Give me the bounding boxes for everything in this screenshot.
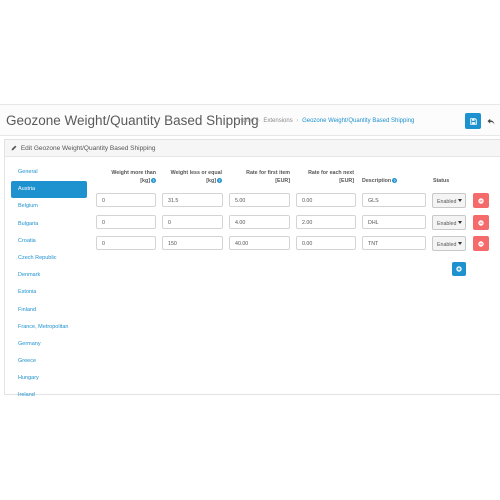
breadcrumb-separator: › bbox=[257, 118, 260, 124]
header-weight-less-unit: [kg] bbox=[206, 177, 216, 184]
save-icon bbox=[469, 117, 477, 125]
add-row-button[interactable] bbox=[452, 262, 466, 276]
geozone-tab-estonia[interactable]: Estonia bbox=[11, 284, 87, 301]
geozone-tab-hungary[interactable]: Hungary bbox=[11, 370, 87, 387]
breadcrumb-current[interactable]: Geozone Weight/Quantity Based Shipping bbox=[302, 118, 414, 124]
geozone-tab-czech-republic[interactable]: Czech Republic bbox=[11, 250, 87, 267]
back-button[interactable] bbox=[485, 113, 497, 129]
rate-first-input[interactable]: 4.00 bbox=[229, 215, 290, 229]
geozone-tab-croatia[interactable]: Croatia bbox=[11, 233, 87, 250]
rate-first-input[interactable]: 40.00 bbox=[229, 236, 290, 250]
breadcrumb-home[interactable]: Home bbox=[238, 118, 254, 124]
geozone-tab-ireland[interactable]: Ireland bbox=[11, 387, 87, 404]
geozone-tabs: General Austria Belgium Bulgaria Croatia… bbox=[11, 164, 87, 405]
breadcrumb-separator: › bbox=[296, 118, 299, 124]
geozone-tab-bulgaria[interactable]: Bulgaria bbox=[11, 216, 87, 233]
page-header: Geozone Weight/Quantity Based Shipping H… bbox=[0, 104, 500, 136]
rate-next-input[interactable]: 2.00 bbox=[296, 215, 356, 229]
panel-heading: Edit Geozone Weight/Quantity Based Shipp… bbox=[5, 140, 500, 157]
description-input[interactable]: DHL bbox=[362, 215, 426, 229]
weight-less-input[interactable]: 31.5 bbox=[162, 193, 223, 207]
header-weight-more-unit: [kg] bbox=[140, 177, 150, 184]
status-select-value: Enabled bbox=[437, 241, 457, 248]
rate-first-input[interactable]: 5.00 bbox=[229, 193, 290, 207]
breadcrumb-extensions[interactable]: Extensions bbox=[263, 118, 292, 124]
header-description: Description? bbox=[362, 178, 398, 186]
panel-heading-text: Edit Geozone Weight/Quantity Based Shipp… bbox=[20, 145, 156, 152]
header-weight-more: Weight more than [kg]? bbox=[100, 170, 156, 185]
chevron-down-icon bbox=[458, 199, 462, 202]
question-circle-icon[interactable]: ? bbox=[392, 178, 398, 183]
page-title: Geozone Weight/Quantity Based Shipping bbox=[6, 113, 259, 128]
geozone-tab-france-metropolitan[interactable]: France, Metropolitan bbox=[11, 319, 87, 336]
header-rate-first-unit: [EUR] bbox=[275, 177, 290, 184]
header-weight-more-label: Weight more than bbox=[111, 170, 156, 176]
remove-row-button[interactable] bbox=[473, 236, 489, 251]
header-weight-less-label: Weight less or equal bbox=[170, 170, 222, 176]
header-rate-next-label: Rate for each next bbox=[308, 170, 354, 176]
header-description-label: Description bbox=[362, 178, 392, 184]
header-rate-first-label: Rate for first item bbox=[246, 170, 290, 176]
minus-circle-icon bbox=[478, 219, 484, 226]
description-input[interactable]: TNT bbox=[362, 236, 426, 250]
remove-row-button[interactable] bbox=[473, 193, 489, 208]
geozone-tab-denmark[interactable]: Denmark bbox=[11, 267, 87, 284]
minus-circle-icon bbox=[478, 240, 484, 247]
description-input[interactable]: GLS bbox=[362, 193, 426, 207]
geozone-tab-germany[interactable]: Germany bbox=[11, 336, 87, 353]
header-rate-next-unit: [EUR] bbox=[339, 177, 354, 184]
geozone-tab-austria[interactable]: Austria bbox=[11, 181, 87, 199]
plus-circle-icon bbox=[456, 266, 462, 272]
header-rate-next: Rate for each next [EUR] bbox=[294, 170, 354, 185]
geozone-tab-belgium[interactable]: Belgium bbox=[11, 198, 87, 215]
status-select[interactable]: Enabled bbox=[432, 236, 466, 251]
question-circle-icon[interactable]: ? bbox=[217, 177, 222, 183]
geozone-tab-finland[interactable]: Finland bbox=[11, 302, 87, 319]
weight-more-input[interactable]: 0 bbox=[96, 236, 156, 250]
pencil-icon bbox=[11, 145, 17, 153]
status-select-value: Enabled bbox=[437, 198, 457, 205]
breadcrumb: Home › Extensions › Geozone Weight/Quant… bbox=[238, 118, 414, 124]
rate-next-input[interactable]: 0.00 bbox=[296, 236, 356, 250]
weight-less-input[interactable]: 0 bbox=[162, 215, 223, 229]
geozone-tab-general[interactable]: General bbox=[11, 164, 87, 181]
chevron-down-icon bbox=[458, 221, 462, 224]
question-circle-icon[interactable]: ? bbox=[151, 177, 156, 183]
weight-more-input[interactable]: 0 bbox=[96, 215, 156, 229]
geozone-tab-greece[interactable]: Greece bbox=[11, 353, 87, 370]
chevron-down-icon bbox=[458, 242, 462, 245]
weight-more-input[interactable]: 0 bbox=[96, 193, 156, 207]
status-select[interactable]: Enabled bbox=[432, 193, 466, 208]
weight-less-input[interactable]: 150 bbox=[162, 236, 223, 250]
minus-circle-icon bbox=[478, 197, 484, 204]
save-button[interactable] bbox=[465, 113, 481, 129]
header-rate-first: Rate for first item [EUR] bbox=[228, 170, 290, 185]
reply-icon bbox=[487, 118, 495, 125]
status-select[interactable]: Enabled bbox=[432, 215, 466, 230]
header-status: Status bbox=[433, 178, 450, 184]
rate-next-input[interactable]: 0.00 bbox=[296, 193, 356, 207]
header-weight-less: Weight less or equal [kg]? bbox=[160, 170, 222, 185]
remove-row-button[interactable] bbox=[473, 215, 489, 230]
status-select-value: Enabled bbox=[437, 220, 457, 227]
